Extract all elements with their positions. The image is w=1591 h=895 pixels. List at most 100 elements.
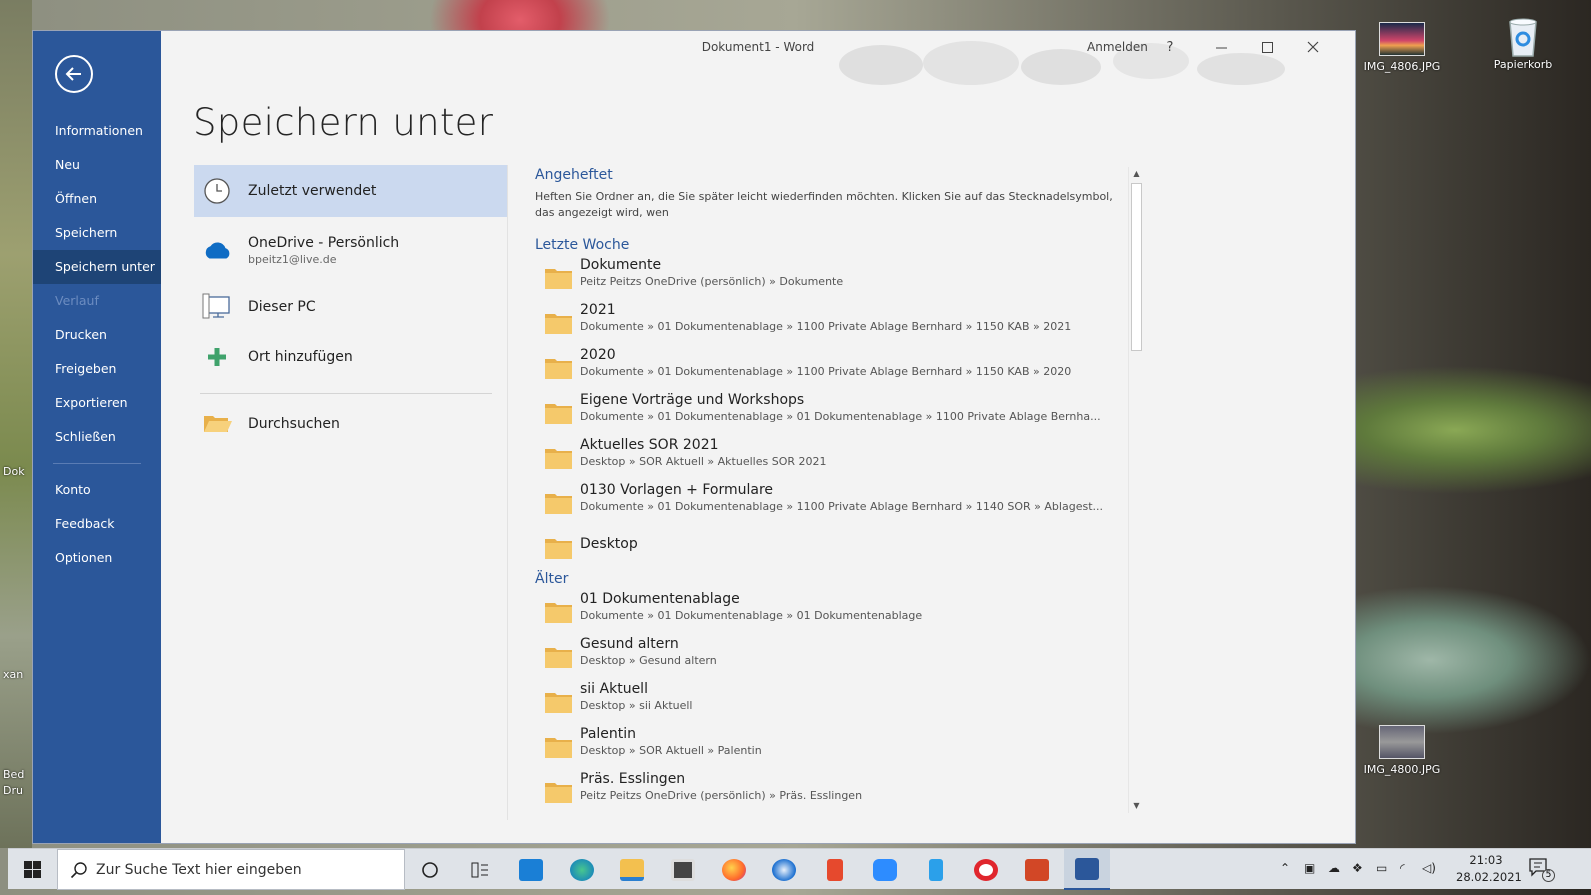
- back-button[interactable]: [55, 55, 93, 93]
- task-view-icon: [471, 862, 488, 877]
- folder-name: Gesund altern: [580, 636, 679, 652]
- backstage-sidebar: Informationen Neu Öffnen Speichern Speic…: [33, 31, 161, 843]
- nav-item-speichern-unter[interactable]: Speichern unter: [33, 250, 161, 284]
- folder-icon: [545, 736, 572, 758]
- folder-name: Desktop: [580, 536, 638, 552]
- folder-name: Aktuelles SOR 2021: [580, 437, 719, 453]
- cortana-circle-icon: [422, 861, 438, 878]
- browse-button[interactable]: Durchsuchen: [194, 400, 508, 448]
- location-onedrive[interactable]: OneDrive - Persönlich bpeitz1@live.de: [194, 217, 508, 283]
- taskbar-app-office[interactable]: [812, 849, 858, 890]
- folder-item[interactable]: Gesund altern Desktop » Gesund altern: [535, 634, 1125, 679]
- action-center-button[interactable]: 5: [1528, 857, 1555, 882]
- folder-item[interactable]: Dokumente Peitz Peitzs OneDrive (persönli…: [535, 255, 1125, 300]
- nav-item-speichern[interactable]: Speichern: [33, 216, 161, 250]
- folder-name: 01 Dokumentenablage: [580, 591, 740, 607]
- folder-item[interactable]: 01 Dokumentenablage Dokumente » 01 Dokume…: [535, 589, 1125, 634]
- taskbar-app-opera[interactable]: [963, 849, 1009, 890]
- taskbar-app-store[interactable]: [660, 849, 706, 890]
- store-icon: [671, 858, 695, 881]
- folder-path: Desktop » sii Aktuell: [580, 699, 693, 712]
- taskbar-app-zoom[interactable]: [862, 849, 908, 890]
- scrollbar-thumb[interactable]: [1131, 183, 1142, 351]
- start-button[interactable]: [8, 849, 56, 890]
- clock-icon: [202, 176, 232, 206]
- folder-item[interactable]: 2021 Dokumente » 01 Dokumentenablage » 11…: [535, 300, 1125, 345]
- nav-item-konto[interactable]: Konto: [33, 473, 161, 507]
- section-heading-pinned: Angeheftet: [535, 167, 613, 183]
- desktop-icon-image[interactable]: IMG_4806.JPG: [1362, 22, 1442, 73]
- onedrive-tray-icon[interactable]: ☁: [1328, 861, 1340, 875]
- folder-item[interactable]: sii Aktuell Desktop » sii Aktuell: [535, 679, 1125, 724]
- taskbar-app-phone[interactable]: [913, 849, 959, 890]
- nav-item-feedback[interactable]: Feedback: [33, 507, 161, 541]
- taskbar-app-thunderbird[interactable]: [761, 849, 807, 890]
- desktop-icon-recycle-bin[interactable]: Papierkorb: [1483, 14, 1563, 71]
- volume-icon[interactable]: ◁): [1422, 861, 1436, 875]
- task-view-button[interactable]: [457, 849, 503, 890]
- nav-item-drucken[interactable]: Drucken: [33, 318, 161, 352]
- nav-item-neu[interactable]: Neu: [33, 148, 161, 182]
- sign-in-link[interactable]: Anmelden: [1087, 40, 1148, 54]
- taskbar-app-mail[interactable]: [508, 849, 554, 890]
- folder-item[interactable]: 2020 Dokumente » 01 Dokumentenablage » 11…: [535, 345, 1125, 390]
- show-hidden-icons-chevron-icon[interactable]: ⌃: [1280, 861, 1290, 875]
- opera-icon: [974, 858, 998, 881]
- taskbar-clock[interactable]: 21:03 28.02.2021: [1456, 852, 1522, 886]
- folder-path: Desktop » SOR Aktuell » Aktuelles SOR 20…: [580, 455, 827, 468]
- meet-now-icon[interactable]: ▣: [1304, 861, 1315, 875]
- cortana-button[interactable]: [407, 849, 453, 890]
- nav-item-freigeben[interactable]: Freigeben: [33, 352, 161, 386]
- nav-item-schliessen[interactable]: Schließen: [33, 420, 161, 454]
- taskbar-app-firefox[interactable]: [711, 849, 757, 890]
- taskbar-app-explorer[interactable]: [609, 849, 655, 890]
- folder-item[interactable]: Aktuelles SOR 2021 Desktop » SOR Aktuell …: [535, 435, 1125, 480]
- maximize-button[interactable]: [1244, 31, 1290, 63]
- vertical-scrollbar[interactable]: ▲ ▼: [1128, 167, 1143, 813]
- location-recent[interactable]: Zuletzt verwendet: [194, 165, 508, 217]
- section-heading-older: Älter: [535, 571, 569, 587]
- folder-item[interactable]: Präs. Esslingen Peitz Peitzs OneDrive (pe…: [535, 769, 1125, 814]
- nav-item-optionen[interactable]: Optionen: [33, 541, 161, 575]
- nav-item-informationen[interactable]: Informationen: [33, 114, 161, 148]
- firefox-icon: [722, 858, 746, 881]
- location-label: Zuletzt verwendet: [248, 183, 377, 199]
- section-heading-last-week: Letzte Woche: [535, 237, 630, 253]
- battery-icon[interactable]: ▭: [1376, 861, 1387, 875]
- dropbox-icon[interactable]: ❖: [1352, 861, 1363, 875]
- wifi-icon[interactable]: ◜: [1400, 861, 1405, 875]
- folder-path: Dokumente » 01 Dokumentenablage » 1100 P…: [580, 320, 1072, 333]
- help-button[interactable]: ?: [1147, 31, 1193, 63]
- taskbar-app-edge[interactable]: [559, 849, 605, 890]
- notification-count-badge: 5: [1542, 869, 1555, 882]
- clock-time: 21:03: [1469, 853, 1503, 867]
- close-button[interactable]: [1290, 31, 1336, 63]
- scroll-up-arrow-icon[interactable]: ▲: [1129, 167, 1144, 181]
- zoom-icon: [873, 858, 897, 881]
- computer-icon: [202, 292, 232, 322]
- nav-item-oeffnen[interactable]: Öffnen: [33, 182, 161, 216]
- taskbar-search-box[interactable]: Zur Suche Text hier eingeben: [57, 849, 405, 890]
- title-bar: Dokument1 - Word Anmelden ?: [161, 31, 1355, 85]
- desktop-cut-label: Dru: [3, 784, 23, 797]
- scroll-down-arrow-icon[interactable]: ▼: [1129, 799, 1144, 813]
- folder-path: Peitz Peitzs OneDrive (persönlich) » Prä…: [580, 789, 863, 802]
- taskbar-app-powerpoint[interactable]: [1014, 849, 1060, 890]
- folder-item[interactable]: Eigene Vorträge und Workshops Dokumente »…: [535, 390, 1125, 435]
- location-this-pc[interactable]: Dieser PC: [194, 283, 508, 331]
- thunderbird-icon: [772, 858, 796, 881]
- folder-item[interactable]: Desktop: [535, 525, 1125, 565]
- folder-item[interactable]: 0130 Vorlagen + Formulare Dokumente » 01 …: [535, 480, 1125, 525]
- folder-icon: [545, 402, 572, 424]
- minimize-button[interactable]: [1198, 31, 1244, 63]
- nav-item-exportieren[interactable]: Exportieren: [33, 386, 161, 420]
- plus-icon: [202, 342, 232, 372]
- taskbar-app-word[interactable]: [1064, 849, 1110, 890]
- maximize-icon: [1261, 41, 1273, 53]
- desktop-icon-image[interactable]: IMG_4800.JPG: [1362, 725, 1442, 776]
- folder-name: 2020: [580, 347, 616, 363]
- office-icon: [827, 858, 843, 881]
- folder-item[interactable]: Palentin Desktop » SOR Aktuell » Palentin: [535, 724, 1125, 769]
- powerpoint-icon: [1025, 858, 1049, 881]
- location-add-place[interactable]: Ort hinzufügen: [194, 331, 508, 383]
